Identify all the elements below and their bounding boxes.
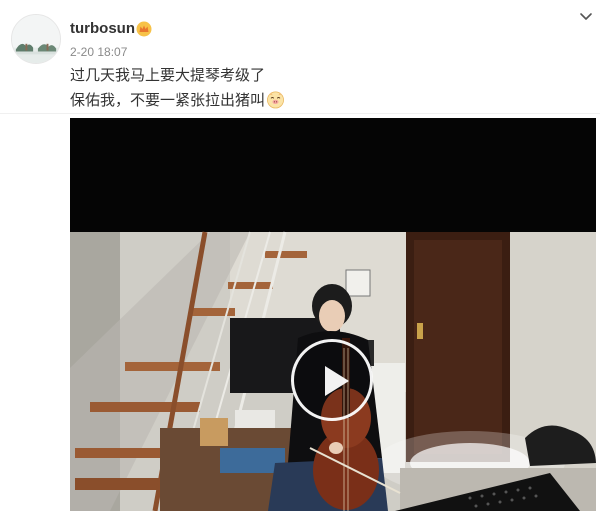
play-button[interactable] <box>291 339 373 421</box>
post-text: 保佑我，不要一紧张拉出猪叫 <box>70 91 266 109</box>
post-timestamp[interactable]: 2-20 18:07 <box>70 45 127 59</box>
user-avatar[interactable] <box>11 14 61 64</box>
post-text-line-1: 过几天我马上要大提琴考级了 <box>70 64 265 85</box>
pig-face-emoji-icon <box>267 91 284 109</box>
play-icon <box>325 366 349 396</box>
post-text-line-2: 保佑我，不要一紧张拉出猪叫 <box>70 89 285 110</box>
chevron-down-icon[interactable] <box>578 10 594 24</box>
post-text: 过几天我马上要大提琴考级了 <box>70 66 266 84</box>
video-thumbnail-cello-player <box>70 118 596 511</box>
avatar-snow-landscape-image <box>12 15 60 63</box>
vip-crown-icon[interactable] <box>136 21 152 37</box>
weibo-post-card: turbosun 2-20 18:07 过几天我马上要大提琴考级了 保佑我，不要… <box>0 0 600 511</box>
video-player[interactable] <box>70 118 596 511</box>
username[interactable]: turbosun <box>70 20 135 37</box>
divider <box>0 113 600 114</box>
